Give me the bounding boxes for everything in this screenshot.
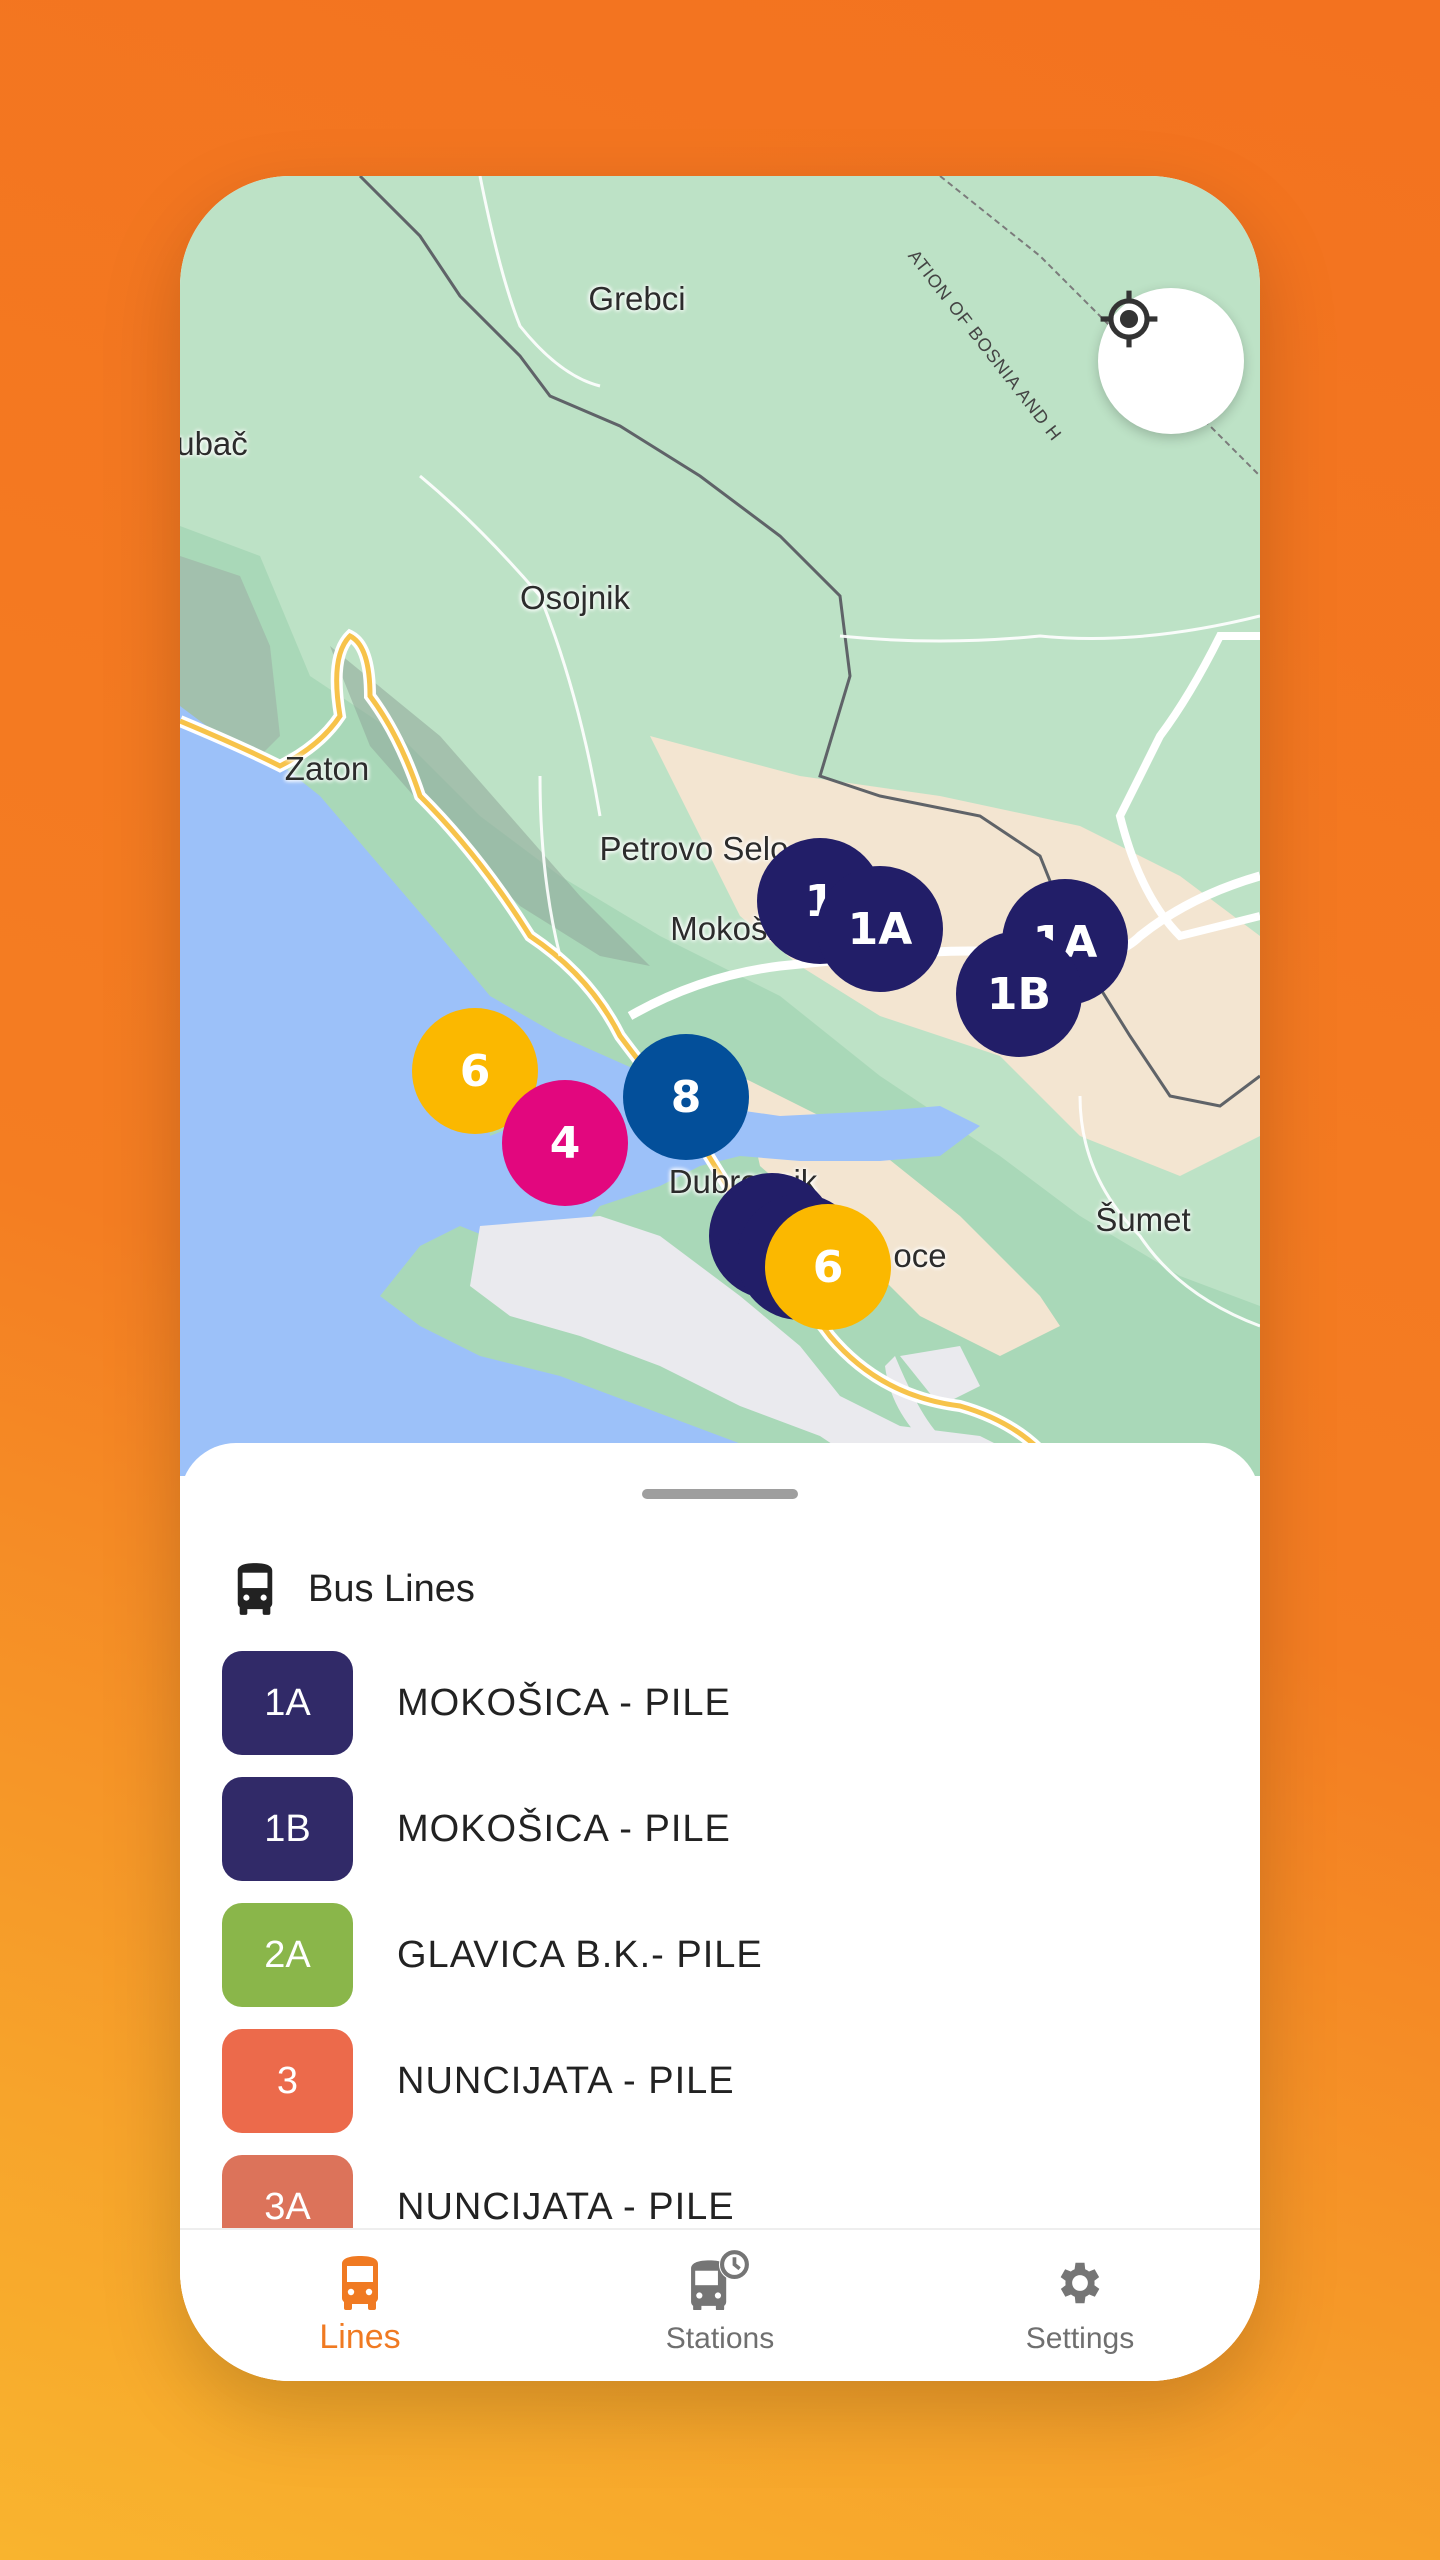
bus-marker[interactable]: 8 <box>623 1034 749 1160</box>
bus-marker[interactable]: 6 <box>765 1204 891 1330</box>
sheet-header: Bus Lines <box>232 1563 475 1615</box>
my-location-button[interactable] <box>1098 288 1244 434</box>
gear-icon <box>1060 2262 1100 2304</box>
sheet-title: Bus Lines <box>308 1567 475 1610</box>
nav-lines[interactable]: Lines <box>180 2230 540 2381</box>
line-code-badge: 1B <box>222 1777 353 1881</box>
bus-clock-icon <box>691 2249 750 2310</box>
bus-line-row[interactable]: 1B MOKOŠICA - PILE <box>222 1777 731 1881</box>
map-label-zaton: Zaton <box>284 750 370 787</box>
bus-icon <box>237 1563 273 1615</box>
line-code-badge: 2A <box>222 1903 353 2007</box>
map-view[interactable]: ATION OF BOSNIA AND H Grebci ubač Osojni… <box>180 176 1260 1476</box>
bus-marker[interactable]: 4 <box>502 1080 628 1206</box>
nav-settings-label: Settings <box>1025 2322 1135 2355</box>
bus-icon <box>342 2256 378 2310</box>
map-label-petrovo-selo: Petrovo Selo <box>599 830 789 867</box>
bus-line-row[interactable]: 2A GLAVICA B.K.- PILE <box>222 1903 763 2007</box>
line-name: MOKOŠICA - PILE <box>397 1807 731 1850</box>
my-location-icon <box>1100 290 1158 348</box>
nav-settings[interactable]: Settings <box>900 2230 1260 2381</box>
map-label-osojnik: Osojnik <box>519 579 631 616</box>
bottom-navigation: Lines Stations Settings <box>180 2228 1260 2381</box>
map-label-ploce: oce <box>893 1237 947 1274</box>
bus-marker[interactable]: 1B <box>956 931 1082 1057</box>
bus-marker[interactable]: 1A <box>817 866 943 992</box>
map-label-grebci: Grebci <box>588 280 686 317</box>
sheet-drag-handle[interactable] <box>642 1489 798 1499</box>
line-name: MOKOŠICA - PILE <box>397 1681 731 1724</box>
line-name: GLAVICA B.K.- PILE <box>397 1933 763 1976</box>
map-label-ubac: ubač <box>180 425 248 462</box>
line-name: NUNCIJATA - PILE <box>397 2059 735 2102</box>
nav-lines-label: Lines <box>319 2318 401 2356</box>
line-code-badge: 1A <box>222 1651 353 1755</box>
line-name: NUNCIJATA - PILE <box>397 2185 735 2228</box>
map-label-sumet: Šumet <box>1095 1201 1191 1238</box>
line-code-badge: 3 <box>222 2029 353 2133</box>
nav-stations[interactable]: Stations <box>540 2230 900 2381</box>
nav-stations-label: Stations <box>665 2322 775 2355</box>
phone-frame: ATION OF BOSNIA AND H Grebci ubač Osojni… <box>180 176 1260 2381</box>
bus-line-row[interactable]: 3 NUNCIJATA - PILE <box>222 2029 735 2133</box>
bus-line-row[interactable]: 1A MOKOŠICA - PILE <box>222 1651 731 1755</box>
